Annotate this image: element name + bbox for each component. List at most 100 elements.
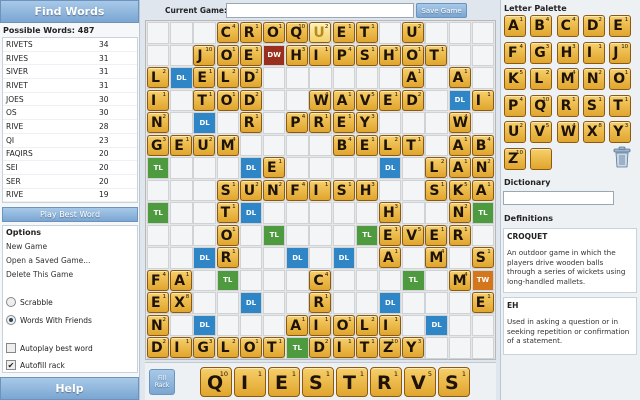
palette-tile[interactable]: L2 [530,68,553,90]
save-game-button[interactable]: Save Game [416,3,467,18]
board-tile[interactable]: Y3 [355,112,378,133]
rack-tile[interactable]: I1 [234,367,266,397]
board-cell[interactable] [448,44,471,67]
bonus-square-tl[interactable]: TL [147,157,170,179]
board-tile[interactable]: U2 [193,134,216,156]
board-tile[interactable]: A1 [471,179,494,201]
board-cell[interactable] [379,22,402,44]
board-cell[interactable] [170,314,193,337]
board-tile[interactable]: E1 [170,134,193,156]
board-tile[interactable]: G3 [193,337,216,358]
bonus-square-dl[interactable]: DL [448,89,471,112]
autoplay-checkbox[interactable] [6,343,16,353]
board-tile[interactable]: A1 [379,247,401,268]
board-cell[interactable] [425,202,448,224]
bonus-square-tl[interactable]: TL [147,202,170,224]
board-cell[interactable] [170,44,193,67]
board-tile[interactable]: W4 [309,89,332,111]
board-tile[interactable]: Q 10 [286,22,309,43]
board-cell[interactable] [286,134,309,157]
bonus-square-tl[interactable]: TL [471,202,495,224]
word-list-row[interactable]: JOES 30 [3,93,137,107]
board-cell[interactable] [425,67,448,89]
autofill-row[interactable]: ✔ Autofill rack [6,360,65,370]
board-tile[interactable]: A1 [402,67,425,88]
board-cell[interactable] [170,112,193,134]
bonus-square-dw[interactable]: DW [263,44,286,67]
board-tile[interactable]: L2 [147,67,169,88]
rack-tile[interactable]: V5 [404,367,436,397]
board-tile[interactable]: D2 [309,337,332,358]
scrabble-radio[interactable] [6,297,16,307]
word-list-row[interactable]: FAQIRS 20 [3,148,137,162]
palette-tile[interactable]: J 10 [609,41,632,64]
palette-tile[interactable]: M4 [556,68,579,90]
board-tile[interactable]: U2 [309,22,332,43]
board-cell[interactable] [170,89,193,112]
board-tile[interactable]: M4 [425,247,448,268]
board-tile[interactable]: V5 [402,224,425,246]
bonus-square-tl[interactable]: TL [263,224,286,247]
board-cell[interactable] [425,112,448,134]
bonus-square-tl[interactable]: TL [216,269,239,292]
board-tile[interactable]: U2 [402,22,425,43]
board-cell[interactable] [147,224,170,247]
board-tile[interactable]: R1 [448,224,471,246]
fill-rack-button[interactable]: Fill Rack [149,369,175,395]
board-tile[interactable]: S1 [471,247,494,268]
board-tile[interactable]: O1 [216,224,239,246]
word-list-row[interactable]: SER 20 [3,175,137,189]
tile-rack[interactable]: Fill Rack Q 10 I 1 E 1 S 1 T 1 R 1 V 5 S 1 [145,362,496,400]
help-button[interactable]: Help [0,377,139,400]
board-cell[interactable] [425,134,448,157]
board-cell[interactable] [332,224,355,247]
board-cell[interactable] [355,202,379,224]
board-tile[interactable]: K5 [448,179,471,201]
board-tile[interactable]: O1 [216,44,239,66]
rack-tile[interactable]: S1 [438,367,470,397]
board-tile[interactable]: V5 [355,89,378,111]
board-cell[interactable] [263,247,286,269]
palette-tile[interactable]: U2 [504,121,526,143]
rack-tile[interactable]: Q 10 [200,367,232,397]
board-tile[interactable]: A1 [448,157,471,178]
board-cell[interactable] [170,202,193,224]
board-tile[interactable]: S1 [425,179,448,201]
board-tile[interactable]: I1 [309,44,332,66]
board-tile[interactable]: H3 [286,44,309,66]
board-cell[interactable] [471,112,495,134]
palette-tile[interactable]: R1 [556,94,579,117]
board-tile[interactable]: L2 [216,337,239,358]
bonus-square-dl[interactable]: DL [193,112,216,134]
board-cell[interactable] [216,112,239,134]
palette-tile[interactable]: K5 [504,68,526,90]
board-tile[interactable]: L2 [425,157,448,178]
board-tile[interactable]: G3 [147,134,169,156]
board-tile[interactable]: C4 [216,22,239,43]
board-tile[interactable]: T1 [193,89,216,111]
delete-game-link[interactable]: Delete This Game [6,270,73,279]
trash-icon[interactable] [612,146,632,168]
rack-tile[interactable]: E1 [268,367,300,397]
board-tile[interactable]: T1 [355,22,378,43]
word-list-row[interactable]: SEI 20 [3,161,137,175]
board-cell[interactable] [402,314,425,337]
board-cell[interactable] [147,22,170,44]
board-cell[interactable] [170,224,193,247]
board-cell[interactable] [263,67,286,89]
palette-tile[interactable]: G3 [530,41,553,64]
board-tile[interactable]: I1 [147,89,169,111]
board-cell[interactable] [379,179,402,202]
board-tile[interactable]: T1 [425,44,448,66]
board-tile[interactable]: B4 [471,134,494,156]
board-cell[interactable] [332,269,355,292]
bonus-square-dl[interactable]: DL [193,247,216,269]
board-cell[interactable] [216,157,239,179]
rack-tile[interactable]: R1 [370,367,402,397]
bonus-square-dl[interactable]: DL [239,292,263,314]
board-tile[interactable]: L2 [216,67,239,88]
blank-tile[interactable] [530,147,553,170]
board-tile[interactable]: E1 [425,224,448,246]
board-tile[interactable]: N2 [471,157,494,178]
board-tile[interactable]: Y3 [402,337,425,358]
